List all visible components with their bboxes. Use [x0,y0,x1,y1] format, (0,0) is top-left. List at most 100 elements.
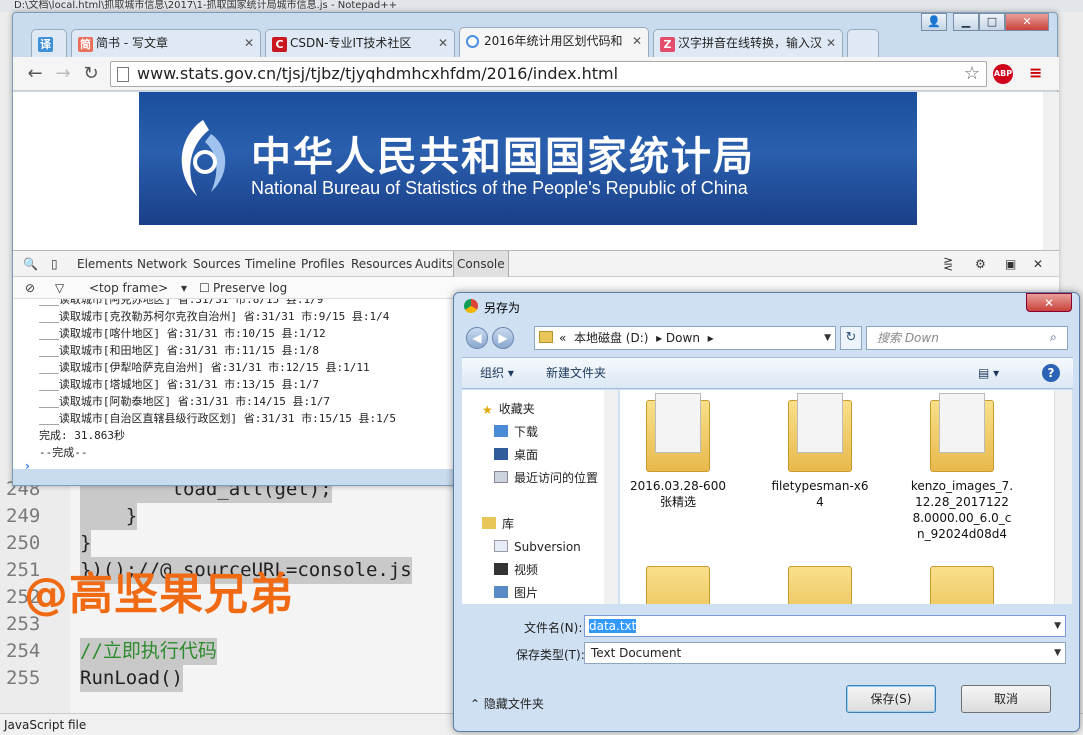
folder-label: filetypesman-x64 [771,479,869,509]
tab-jianshu[interactable]: 简 简书 - 写文章 ✕ [71,29,261,57]
nav-recent[interactable]: 最近访问的位置 [494,469,598,487]
refresh-icon[interactable]: ↻ [840,326,862,350]
search-icon[interactable]: ⌕ [1050,330,1057,345]
back-icon[interactable]: ◀ [466,327,488,349]
chevron-down-icon[interactable]: ▼ [1054,643,1061,663]
close-tab-icon[interactable]: ✕ [632,28,642,55]
tab-network[interactable]: Network [137,251,187,277]
dialog-title: 另存为 [484,301,521,315]
close-button[interactable]: ✕ [1026,293,1072,312]
tab-console[interactable]: Console [453,251,509,277]
folder-paper [939,393,985,453]
menu-icon[interactable]: ≡ [1029,65,1042,81]
tab-stats[interactable]: 2016年统计用区划代码和 ✕ [459,27,649,57]
path-breadcrumb[interactable]: « 本地磁盘 (D:) ▸ Down ▸ ▼ [534,326,836,350]
address-bar[interactable]: www.stats.gov.cn/tjsj/tjbz/tjyqhdmhcxhfd… [110,61,987,87]
new-folder-button[interactable]: 新建文件夹 [546,358,606,388]
save-button[interactable]: 保存(S) [846,685,936,713]
nav-label: 最近访问的位置 [514,471,599,485]
folder-icon [646,566,710,604]
breadcrumb-folder[interactable]: Down [666,331,700,345]
reload-icon[interactable]: ↻ [81,64,101,84]
tab-sources[interactable]: Sources [193,251,240,277]
tab-profiles[interactable]: Profiles [301,251,345,277]
search-icon[interactable]: 🔍 [23,251,38,277]
line-number: 250 [6,532,41,554]
close-tab-icon[interactable]: ✕ [438,30,448,57]
filetype-select[interactable]: Text Document ▼ [584,642,1066,664]
forward-icon[interactable]: ▶ [492,327,514,349]
help-icon[interactable]: ? [1042,364,1060,382]
tab-timeline[interactable]: Timeline [245,251,296,277]
chevron-down-icon[interactable]: ▼ [1054,616,1061,636]
new-tab-button[interactable] [847,29,879,57]
line-number: 255 [6,667,41,689]
tab-elements[interactable]: Elements [77,251,133,277]
dock-icon[interactable]: ▣ [1005,251,1016,277]
nav-favorites[interactable]: ★ 收藏夹 [482,400,535,418]
nav-desktop[interactable]: 桌面 [494,446,538,464]
tab-pinyin[interactable]: Z 汉字拼音在线转换，输入汉 ✕ [653,29,843,57]
hide-folders-label: 隐藏文件夹 [483,697,544,711]
folder-label: 2016.03.28-600张精选 [630,479,726,509]
nav-label: 视频 [514,563,539,577]
loading-icon [466,35,479,48]
forward-icon[interactable]: → [53,64,73,84]
folder-item[interactable]: kenzo_images_7.12.28_20171228.0000.00_6.… [910,393,1014,542]
close-devtools-icon[interactable]: ✕ [1033,251,1043,277]
csdn-icon: C [272,37,287,52]
nav-scrollbar[interactable] [604,390,618,604]
page-icon [117,67,129,82]
command-bar: 组织 ▾ 新建文件夹 ▤ ▾ ? [462,357,1073,389]
nav-library[interactable]: 库 [482,515,514,533]
folder-item[interactable] [768,566,872,604]
tab-label: 2016年统计用区划代码和 [484,34,623,48]
console-output[interactable]: ___读取城市[阿克苏地区] 省:31/31 市:8/15 县:1/9 ___读… [13,299,453,469]
folder-paper [797,393,843,453]
folder-item[interactable] [910,566,1014,604]
folder-item[interactable]: 2016.03.28-600张精选 [626,393,730,510]
file-list: 2016.03.28-600张精选 filetypesman-x64 kenzo… [620,390,1054,604]
close-tab-icon[interactable]: ✕ [826,30,836,57]
nav-label: 收藏夹 [498,402,535,416]
console-drawer-icon[interactable]: ⋛ [943,251,953,277]
browser-toolbar: ← → ↻ www.stats.gov.cn/tjsj/tjbz/tjyqhdm… [13,57,1059,91]
close-tab-icon[interactable]: ✕ [244,30,254,57]
filename-input[interactable]: data.txt ▼ [584,615,1066,637]
save-as-dialog: 另存为 ✕ ◀ ▶ « 本地磁盘 (D:) ▸ Down ▸ ▼ ↻ 搜索 Do… [453,292,1080,732]
adblock-icon[interactable]: ABP [993,64,1013,84]
zhuyin-icon: Z [660,37,675,52]
nav-subversion[interactable]: Subversion [494,538,581,556]
cancel-button[interactable]: 取消 [961,685,1051,713]
code-line: } [80,503,138,530]
folder-item[interactable]: filetypesman-x64 [768,393,872,510]
organize-button[interactable]: 组织 ▾ [480,358,514,388]
folder-item[interactable] [626,566,730,604]
tab-audits[interactable]: Audits [415,251,453,277]
navigation-pane: ★ 收藏夹 下载 桌面 最近访问的位置 库 Subversion 视频 图片 [462,390,612,604]
file-scrollbar[interactable] [1054,390,1072,604]
folder-icon [788,566,852,604]
console-line: 完成: 31.863秒 [39,429,125,442]
tab-translate[interactable]: 译 [31,29,67,57]
folder-icon [646,393,710,472]
star-icon: ★ [482,403,493,417]
folder-icon [930,566,994,604]
page-scrollbar[interactable] [1043,92,1059,250]
search-input[interactable]: 搜索 Down [866,326,1068,350]
bookmark-star-icon[interactable]: ☆ [964,62,980,86]
tab-resources[interactable]: Resources [351,251,412,277]
nav-pictures[interactable]: 图片 [494,584,538,602]
view-icon[interactable]: ▤ ▾ [978,358,999,388]
console-prompt[interactable]: › [25,459,30,469]
nav-videos[interactable]: 视频 [494,561,538,579]
breadcrumb-drive[interactable]: 本地磁盘 (D:) [574,331,648,345]
gear-icon[interactable]: ⚙ [975,251,986,277]
hide-folders-toggle[interactable]: ⌃ 隐藏文件夹 [470,695,544,712]
device-icon[interactable]: ▯ [51,251,58,277]
back-icon[interactable]: ← [25,64,45,84]
chevron-down-icon[interactable]: ▼ [824,327,831,349]
nav-downloads[interactable]: 下载 [494,423,538,441]
tab-csdn[interactable]: C CSDN-专业IT技术社区 ✕ [265,29,455,57]
nav-label: 下载 [514,425,539,439]
